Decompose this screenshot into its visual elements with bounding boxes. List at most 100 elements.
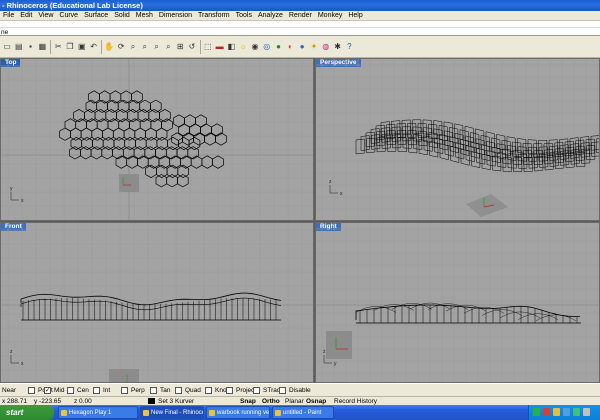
viewport-right[interactable]: Right yz [315, 222, 600, 383]
open-icon[interactable]: ▤ [14, 41, 24, 52]
network-icon[interactable] [533, 408, 540, 416]
osnap-label: Int [103, 387, 111, 394]
shaded-icon[interactable]: ● [274, 41, 284, 52]
select-icon[interactable]: ⬚ [203, 41, 213, 52]
osnap-cen[interactable]: Cen [67, 386, 89, 395]
hexagon-cell-3d [481, 144, 491, 162]
wireframe-icon[interactable]: ◎ [262, 41, 272, 52]
menu-dimension[interactable]: Dimension [156, 11, 195, 21]
zoom-extents-icon[interactable]: ⌕ [152, 41, 162, 52]
osnap-project[interactable]: Project [226, 386, 256, 395]
layer-icon[interactable]: ◧ [226, 41, 236, 52]
ortho-toggle[interactable]: Ortho [262, 397, 280, 405]
menu-view[interactable]: View [35, 11, 56, 21]
viewport-top[interactable]: Top xy [0, 58, 314, 221]
planar-toggle[interactable]: Planar [285, 397, 304, 405]
osnap-checkbox[interactable]: ✓ [44, 387, 51, 394]
zoom-selected-icon[interactable]: ⌕ [163, 41, 173, 52]
front-view-canvas[interactable]: xz [1, 223, 314, 383]
hexagon-cell-3d [412, 126, 422, 142]
coord-x: x 288.71 [2, 398, 27, 405]
osnap-tan[interactable]: Tan [150, 386, 170, 395]
hexagon-cell [102, 127, 114, 141]
copy-icon[interactable]: ❐ [65, 41, 75, 52]
cut-icon[interactable]: ✂ [53, 41, 63, 52]
pan-icon[interactable]: ✋ [104, 41, 114, 52]
current-layer[interactable]: Set 3 Kurver [158, 397, 194, 405]
osnap-quad[interactable]: Quad [175, 386, 201, 395]
messenger-icon[interactable] [553, 408, 560, 416]
osnap-perp[interactable]: Perp [121, 386, 145, 395]
hexagon-cell [80, 127, 93, 141]
properties-icon[interactable]: ◉ [250, 41, 260, 52]
rendered-icon[interactable]: ◐ [285, 41, 295, 52]
menu-monkey[interactable]: Monkey [315, 11, 346, 21]
rotate-icon[interactable]: ⟳ [116, 41, 126, 52]
zoom-window-icon[interactable]: ⌕ [140, 41, 150, 52]
zoom-dynamic-icon[interactable]: ⌕ [128, 41, 138, 52]
print-icon[interactable]: ▦ [37, 41, 47, 52]
options-icon[interactable]: ✱ [333, 41, 343, 52]
osnap-checkbox[interactable] [93, 387, 100, 394]
update-icon[interactable] [573, 408, 580, 416]
command-prompt[interactable]: ne [0, 29, 600, 36]
sphere-icon[interactable]: ● [297, 41, 307, 52]
profile-top [20, 292, 282, 306]
save-icon[interactable]: ▪ [26, 41, 36, 52]
osnap-checkbox[interactable] [150, 387, 157, 394]
volume-icon[interactable] [563, 408, 570, 416]
hexagon-cell-3d [496, 133, 506, 151]
menu-mesh[interactable]: Mesh [133, 11, 156, 21]
paste-icon[interactable]: ▣ [77, 41, 87, 52]
osnap-checkbox[interactable] [67, 387, 74, 394]
taskbar-item[interactable]: warbook running ven... [206, 406, 270, 419]
menu-analyze[interactable]: Analyze [255, 11, 286, 21]
taskbar-item[interactable]: Hexagon Play 1 [58, 406, 138, 419]
hexagon-cell [126, 155, 138, 169]
record-history-toggle[interactable]: Record History [334, 397, 377, 405]
zoom-all-icon[interactable]: ⊞ [175, 41, 185, 52]
osnap-checkbox[interactable] [28, 387, 35, 394]
menu-file[interactable]: File [0, 11, 17, 21]
osnap-toggle[interactable]: Osnap [306, 397, 326, 405]
right-view-canvas[interactable]: yz [316, 223, 600, 383]
taskbar-item[interactable]: New Final - Rhinocero... [140, 406, 204, 419]
help-icon[interactable]: ? [344, 41, 354, 52]
menu-surface[interactable]: Surface [81, 11, 111, 21]
menu-transform[interactable]: Transform [195, 11, 233, 21]
osnap-checkbox[interactable] [279, 387, 286, 394]
undo-icon[interactable]: ↶ [89, 41, 99, 52]
perspective-view-canvas[interactable]: xz [316, 59, 600, 221]
color-wheel-icon[interactable]: ◍ [321, 41, 331, 52]
security-icon[interactable] [543, 408, 550, 416]
osnap-near[interactable]: Near [2, 386, 16, 395]
menu-help[interactable]: Help [345, 11, 365, 21]
hexagon-cell-3d [396, 123, 406, 139]
menu-curve[interactable]: Curve [56, 11, 81, 21]
taskbar-item[interactable]: untitled - Paint [272, 406, 334, 419]
osnap-disable[interactable]: Disable [279, 386, 311, 395]
menu-solid[interactable]: Solid [111, 11, 133, 21]
hexagon-cell [80, 146, 92, 160]
light-icon[interactable]: ☼ [238, 41, 248, 52]
snap-toggle[interactable]: Snap [240, 397, 256, 405]
menu-render[interactable]: Render [286, 11, 315, 21]
osnap-knot[interactable]: Knot [205, 386, 228, 395]
menu-tools[interactable]: Tools [233, 11, 255, 21]
menu-edit[interactable]: Edit [17, 11, 35, 21]
start-button[interactable]: start [0, 405, 54, 420]
osnap-checkbox[interactable] [253, 387, 260, 394]
car-icon[interactable]: ▬ [215, 41, 225, 52]
osnap-checkbox[interactable] [121, 387, 128, 394]
osnap-checkbox[interactable] [226, 387, 233, 394]
new-icon[interactable]: ▭ [2, 41, 12, 52]
osnap-checkbox[interactable] [175, 387, 182, 394]
render-icon[interactable]: ✦ [309, 41, 319, 52]
osnap-checkbox[interactable] [205, 387, 212, 394]
viewport-front[interactable]: Front xz [0, 222, 314, 383]
osnap-mid[interactable]: ✓ Mid [44, 386, 64, 395]
viewport-perspective[interactable]: Perspective xz [315, 58, 600, 221]
osnap-int[interactable]: Int [93, 386, 110, 395]
undo-view-icon[interactable]: ↺ [187, 41, 197, 52]
top-view-canvas[interactable]: xy [1, 59, 314, 221]
